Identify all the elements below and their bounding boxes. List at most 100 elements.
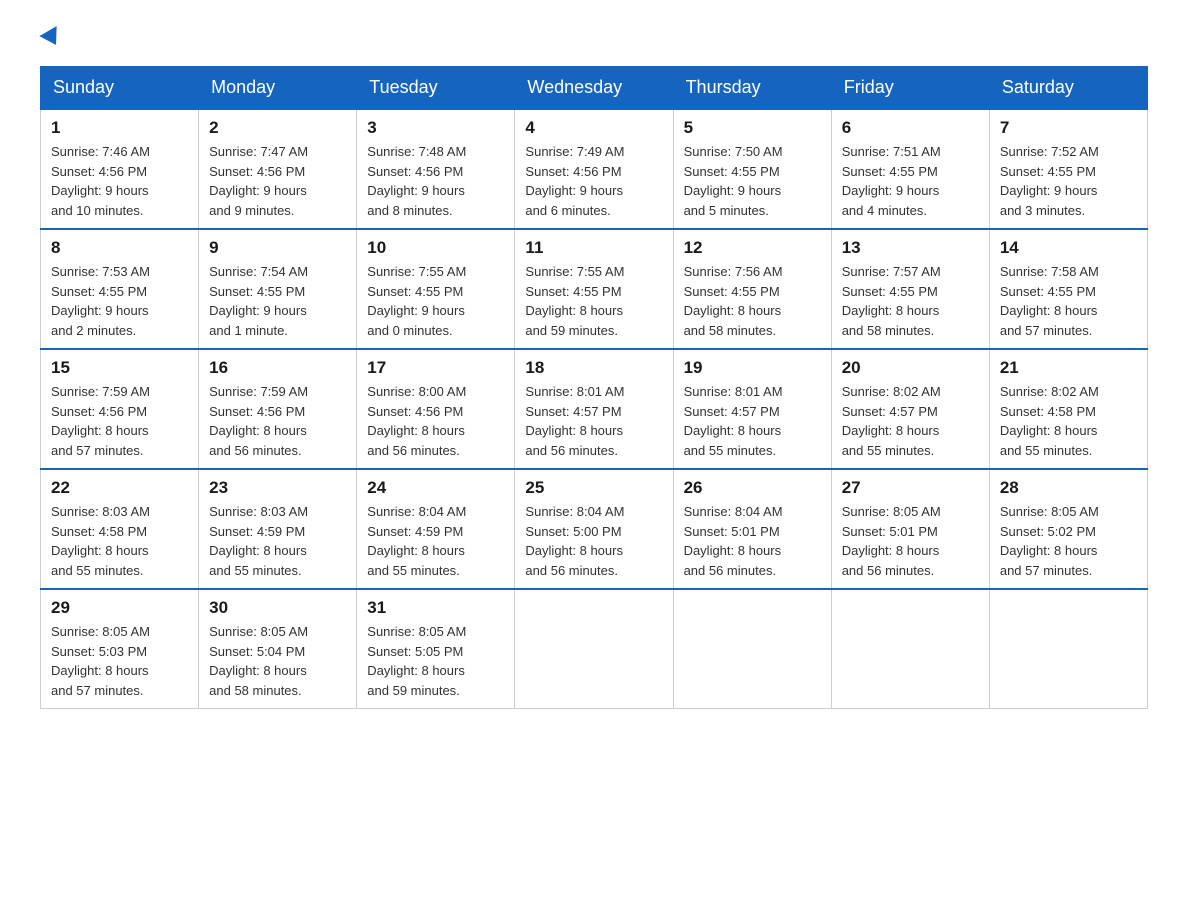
day-info: Sunrise: 8:05 AMSunset: 5:05 PMDaylight:… (367, 622, 504, 700)
day-info: Sunrise: 8:04 AMSunset: 5:00 PMDaylight:… (525, 502, 662, 580)
calendar-cell: 26Sunrise: 8:04 AMSunset: 5:01 PMDayligh… (673, 469, 831, 589)
header-tuesday: Tuesday (357, 67, 515, 110)
header-saturday: Saturday (989, 67, 1147, 110)
calendar-cell: 3Sunrise: 7:48 AMSunset: 4:56 PMDaylight… (357, 109, 515, 229)
calendar-cell: 5 Sunrise: 7:50 AMSunset: 4:55 PMDaylight… (673, 109, 831, 229)
day-number: 1 (51, 118, 188, 138)
day-number: 31 (367, 598, 504, 618)
day-number: 29 (51, 598, 188, 618)
calendar-cell (831, 589, 989, 709)
calendar-cell: 11Sunrise: 7:55 AMSunset: 4:55 PMDayligh… (515, 229, 673, 349)
header-friday: Friday (831, 67, 989, 110)
day-info: Sunrise: 7:54 AMSunset: 4:55 PMDaylight:… (209, 262, 346, 340)
calendar-cell: 1 Sunrise: 7:46 AMSunset: 4:56 PMDaylight… (41, 109, 199, 229)
week-row-5: 29 Sunrise: 8:05 AMSunset: 5:03 PMDayligh… (41, 589, 1148, 709)
day-info: Sunrise: 8:05 AMSunset: 5:03 PMDaylight:… (51, 622, 188, 700)
calendar-cell: 13 Sunrise: 7:57 AMSunset: 4:55 PMDayligh… (831, 229, 989, 349)
calendar-cell: 10 Sunrise: 7:55 AMSunset: 4:55 PMDayligh… (357, 229, 515, 349)
calendar-cell: 12 Sunrise: 7:56 AMSunset: 4:55 PMDayligh… (673, 229, 831, 349)
day-number: 28 (1000, 478, 1137, 498)
day-info: Sunrise: 7:55 AMSunset: 4:55 PMDaylight:… (525, 262, 662, 340)
day-info: Sunrise: 7:46 AMSunset: 4:56 PMDaylight:… (51, 142, 188, 220)
calendar-cell: 28 Sunrise: 8:05 AMSunset: 5:02 PMDayligh… (989, 469, 1147, 589)
week-row-1: 1 Sunrise: 7:46 AMSunset: 4:56 PMDaylight… (41, 109, 1148, 229)
calendar-cell: 9Sunrise: 7:54 AMSunset: 4:55 PMDaylight… (199, 229, 357, 349)
day-number: 13 (842, 238, 979, 258)
calendar-cell: 19Sunrise: 8:01 AMSunset: 4:57 PMDayligh… (673, 349, 831, 469)
logo-triangle-icon (39, 26, 64, 50)
day-info: Sunrise: 7:53 AMSunset: 4:55 PMDaylight:… (51, 262, 188, 340)
day-info: Sunrise: 7:59 AMSunset: 4:56 PMDaylight:… (51, 382, 188, 460)
calendar-cell: 29 Sunrise: 8:05 AMSunset: 5:03 PMDayligh… (41, 589, 199, 709)
day-info: Sunrise: 8:05 AMSunset: 5:02 PMDaylight:… (1000, 502, 1137, 580)
calendar-cell: 15Sunrise: 7:59 AMSunset: 4:56 PMDayligh… (41, 349, 199, 469)
day-number: 23 (209, 478, 346, 498)
calendar-cell (515, 589, 673, 709)
day-number: 4 (525, 118, 662, 138)
calendar-cell: 2 Sunrise: 7:47 AMSunset: 4:56 PMDaylight… (199, 109, 357, 229)
logo-line1 (40, 30, 62, 46)
calendar-table: SundayMondayTuesdayWednesdayThursdayFrid… (40, 66, 1148, 709)
day-info: Sunrise: 8:05 AMSunset: 5:01 PMDaylight:… (842, 502, 979, 580)
day-info: Sunrise: 8:05 AMSunset: 5:04 PMDaylight:… (209, 622, 346, 700)
day-info: Sunrise: 8:00 AMSunset: 4:56 PMDaylight:… (367, 382, 504, 460)
calendar-cell: 14Sunrise: 7:58 AMSunset: 4:55 PMDayligh… (989, 229, 1147, 349)
header-wednesday: Wednesday (515, 67, 673, 110)
day-number: 3 (367, 118, 504, 138)
day-number: 2 (209, 118, 346, 138)
day-number: 21 (1000, 358, 1137, 378)
calendar-cell (989, 589, 1147, 709)
day-number: 19 (684, 358, 821, 378)
day-info: Sunrise: 7:57 AMSunset: 4:55 PMDaylight:… (842, 262, 979, 340)
header-thursday: Thursday (673, 67, 831, 110)
day-info: Sunrise: 8:02 AMSunset: 4:58 PMDaylight:… (1000, 382, 1137, 460)
day-info: Sunrise: 7:56 AMSunset: 4:55 PMDaylight:… (684, 262, 821, 340)
day-number: 5 (684, 118, 821, 138)
week-row-2: 8 Sunrise: 7:53 AMSunset: 4:55 PMDaylight… (41, 229, 1148, 349)
weekday-header-row: SundayMondayTuesdayWednesdayThursdayFrid… (41, 67, 1148, 110)
day-number: 12 (684, 238, 821, 258)
day-number: 20 (842, 358, 979, 378)
day-number: 10 (367, 238, 504, 258)
calendar-cell: 25 Sunrise: 8:04 AMSunset: 5:00 PMDayligh… (515, 469, 673, 589)
calendar-cell: 23 Sunrise: 8:03 AMSunset: 4:59 PMDayligh… (199, 469, 357, 589)
day-info: Sunrise: 7:51 AMSunset: 4:55 PMDaylight:… (842, 142, 979, 220)
calendar-cell: 24 Sunrise: 8:04 AMSunset: 4:59 PMDayligh… (357, 469, 515, 589)
header-monday: Monday (199, 67, 357, 110)
calendar-cell: 21 Sunrise: 8:02 AMSunset: 4:58 PMDayligh… (989, 349, 1147, 469)
day-info: Sunrise: 7:49 AMSunset: 4:56 PMDaylight:… (525, 142, 662, 220)
day-info: Sunrise: 7:50 AMSunset: 4:55 PMDaylight:… (684, 142, 821, 220)
day-number: 14 (1000, 238, 1137, 258)
logo (40, 30, 62, 46)
day-number: 6 (842, 118, 979, 138)
day-info: Sunrise: 8:03 AMSunset: 4:59 PMDaylight:… (209, 502, 346, 580)
calendar-cell: 27Sunrise: 8:05 AMSunset: 5:01 PMDayligh… (831, 469, 989, 589)
day-number: 17 (367, 358, 504, 378)
day-number: 7 (1000, 118, 1137, 138)
calendar-cell: 6 Sunrise: 7:51 AMSunset: 4:55 PMDaylight… (831, 109, 989, 229)
calendar-cell: 17 Sunrise: 8:00 AMSunset: 4:56 PMDayligh… (357, 349, 515, 469)
day-info: Sunrise: 7:47 AMSunset: 4:56 PMDaylight:… (209, 142, 346, 220)
day-info: Sunrise: 8:03 AMSunset: 4:58 PMDaylight:… (51, 502, 188, 580)
header-sunday: Sunday (41, 67, 199, 110)
day-info: Sunrise: 7:52 AMSunset: 4:55 PMDaylight:… (1000, 142, 1137, 220)
day-number: 26 (684, 478, 821, 498)
calendar-cell: 8 Sunrise: 7:53 AMSunset: 4:55 PMDaylight… (41, 229, 199, 349)
day-info: Sunrise: 8:02 AMSunset: 4:57 PMDaylight:… (842, 382, 979, 460)
calendar-cell: 18 Sunrise: 8:01 AMSunset: 4:57 PMDayligh… (515, 349, 673, 469)
week-row-4: 22Sunrise: 8:03 AMSunset: 4:58 PMDayligh… (41, 469, 1148, 589)
page-header (40, 30, 1148, 46)
day-number: 30 (209, 598, 346, 618)
day-info: Sunrise: 7:55 AMSunset: 4:55 PMDaylight:… (367, 262, 504, 340)
calendar-cell: 30 Sunrise: 8:05 AMSunset: 5:04 PMDayligh… (199, 589, 357, 709)
day-info: Sunrise: 8:01 AMSunset: 4:57 PMDaylight:… (525, 382, 662, 460)
day-number: 25 (525, 478, 662, 498)
day-info: Sunrise: 7:59 AMSunset: 4:56 PMDaylight:… (209, 382, 346, 460)
day-number: 24 (367, 478, 504, 498)
day-number: 8 (51, 238, 188, 258)
day-info: Sunrise: 8:04 AMSunset: 4:59 PMDaylight:… (367, 502, 504, 580)
calendar-cell: 31 Sunrise: 8:05 AMSunset: 5:05 PMDayligh… (357, 589, 515, 709)
day-number: 18 (525, 358, 662, 378)
calendar-cell: 4 Sunrise: 7:49 AMSunset: 4:56 PMDaylight… (515, 109, 673, 229)
calendar-cell: 7 Sunrise: 7:52 AMSunset: 4:55 PMDaylight… (989, 109, 1147, 229)
